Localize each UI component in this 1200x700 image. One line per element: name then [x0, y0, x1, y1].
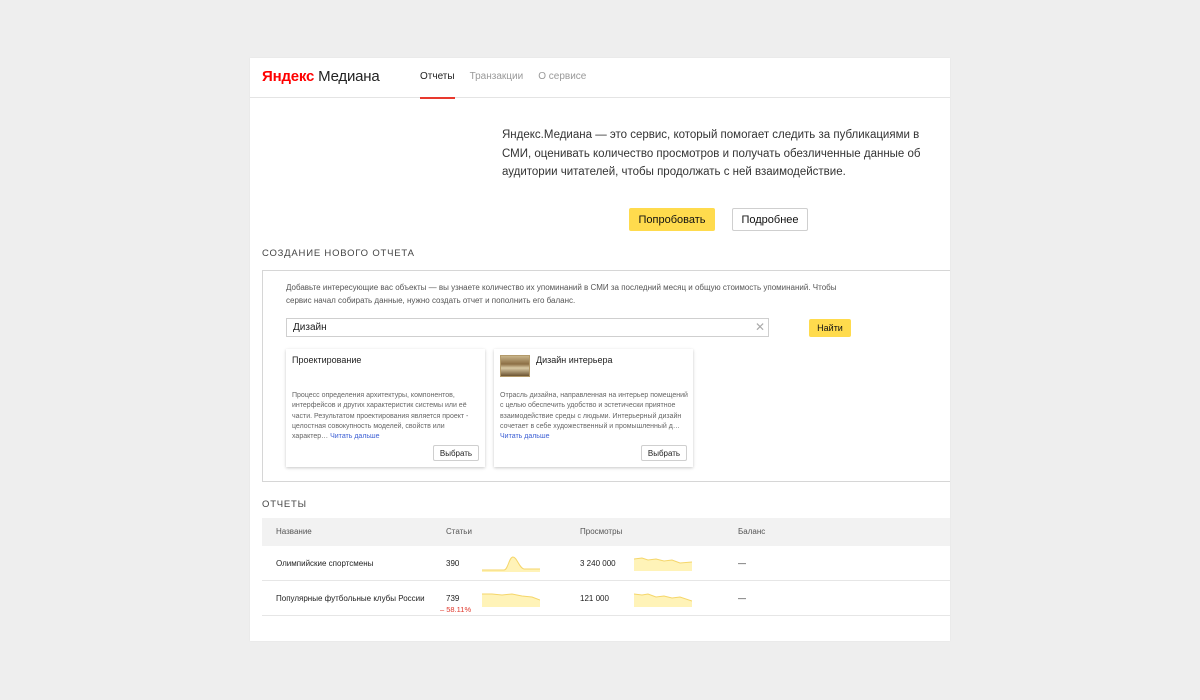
app-window: Яндекс Медиана Отчеты Транзакции О серви… [250, 58, 950, 641]
card-description-text: Процесс определения архитектуры, компоне… [292, 392, 469, 441]
create-report-panel: Добавьте интересующие вас объекты — вы у… [262, 270, 950, 482]
interior-thumbnail-image [500, 355, 530, 377]
try-button[interactable]: Попробовать [629, 208, 715, 231]
card-title: Дизайн интерьера [536, 355, 613, 365]
logo-product: Медиана [318, 68, 380, 85]
report-name[interactable]: Олимпийские спортсмены [276, 559, 373, 568]
column-views: Просмотры [580, 527, 623, 536]
column-name: Название [276, 527, 312, 536]
logo-brand: Яндекс [262, 68, 315, 85]
balance-value: — [738, 594, 746, 603]
create-report-description: Добавьте интересующие вас объекты — вы у… [286, 283, 837, 305]
main-nav: Отчеты Транзакции О сервисе [420, 58, 601, 99]
read-more-link[interactable]: Читать дальше [500, 433, 549, 440]
views-sparkline [634, 593, 692, 607]
more-button[interactable]: Подробнее [732, 208, 808, 231]
views-count: 3 240 000 [580, 559, 616, 568]
find-button[interactable]: Найти [809, 319, 851, 337]
articles-count: 739 [446, 594, 460, 603]
card-description: Процесс определения архитектуры, компоне… [292, 391, 480, 442]
reports-title: Отчеты [262, 499, 307, 510]
articles-count: 390 [446, 559, 460, 568]
select-button[interactable]: Выбрать [433, 445, 479, 461]
views-count: 121 000 [580, 594, 609, 603]
top-header: Яндекс Медиана Отчеты Транзакции О серви… [250, 58, 950, 99]
clear-icon[interactable]: ✕ [754, 321, 766, 333]
yandex-mediana-logo[interactable]: Яндекс Медиана [262, 68, 380, 85]
tab-transactions[interactable]: Транзакции [470, 58, 524, 98]
reports-table: Название Статьи Просмотры Баланс Олимпий… [262, 518, 950, 616]
table-header: Название Статьи Просмотры Баланс [262, 518, 950, 546]
articles-change: – 58.11% [440, 605, 472, 614]
card-description: Отрасль дизайна, направленная на интерье… [500, 391, 688, 442]
create-report-title: Создание нового отчета [262, 248, 415, 259]
column-articles: Статьи [446, 527, 472, 536]
articles-sparkline [482, 556, 540, 572]
tab-reports[interactable]: Отчеты [420, 58, 455, 99]
column-balance: Баланс [738, 527, 766, 536]
tab-about[interactable]: О сервисе [538, 58, 586, 98]
intro-text: Яндекс.Медиана — это сервис, который пом… [502, 129, 921, 178]
read-more-link[interactable]: Читать дальше [330, 433, 379, 440]
search-input[interactable] [286, 318, 769, 337]
select-button[interactable]: Выбрать [641, 445, 687, 461]
balance-value: — [738, 559, 746, 568]
articles-sparkline [482, 593, 540, 607]
card-title: Проектирование [292, 355, 362, 365]
table-row[interactable]: Популярные футбольные клубы России 739 –… [262, 581, 950, 616]
card-description-text: Отрасль дизайна, направленная на интерье… [500, 392, 688, 430]
table-row[interactable]: Олимпийские спортсмены 390 3 240 000 — [262, 546, 950, 581]
report-name[interactable]: Популярные футбольные клубы России [276, 594, 425, 603]
suggestion-card[interactable]: Дизайн интерьера Отрасль дизайна, направ… [494, 349, 693, 467]
suggestion-card[interactable]: Проектирование Процесс определения архит… [286, 349, 485, 467]
views-sparkline [634, 557, 692, 571]
